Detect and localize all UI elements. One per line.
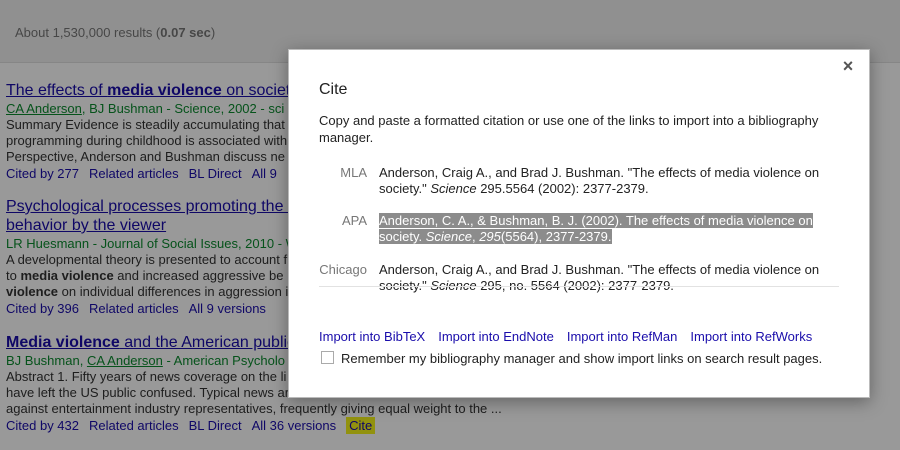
citation-text-selected[interactable]: Anderson, C. A., & Bushman, B. J. (2002)… xyxy=(379,213,824,245)
citation-text[interactable]: Anderson, Craig A., and Brad J. Bushman.… xyxy=(379,262,824,294)
import-links: Import into BibTeX Import into EndNote Imp… xyxy=(319,329,825,344)
remember-label[interactable]: Remember my bibliography manager and sho… xyxy=(341,351,822,366)
import-bibtex-link[interactable]: Import into BibTeX xyxy=(319,329,425,344)
import-refworks-link[interactable]: Import into RefWorks xyxy=(690,329,812,344)
citation-style-label: APA xyxy=(341,213,367,228)
import-endnote-link[interactable]: Import into EndNote xyxy=(438,329,554,344)
import-refman-link[interactable]: Import into RefMan xyxy=(567,329,678,344)
citation-text[interactable]: Anderson, Craig A., and Brad J. Bushman.… xyxy=(379,165,824,197)
divider xyxy=(319,286,839,287)
citation-style-label: Chicago xyxy=(319,262,367,277)
citation-style-label: MLA xyxy=(340,165,367,180)
remember-checkbox[interactable] xyxy=(321,351,334,364)
close-icon[interactable]: × xyxy=(839,57,857,75)
remember-option: Remember my bibliography manager and sho… xyxy=(321,351,822,366)
dialog-title: Cite xyxy=(319,81,348,98)
dialog-instructions: Copy and paste a formatted citation or u… xyxy=(319,113,819,145)
cite-dialog: × Cite Copy and paste a formatted citati… xyxy=(288,49,870,398)
